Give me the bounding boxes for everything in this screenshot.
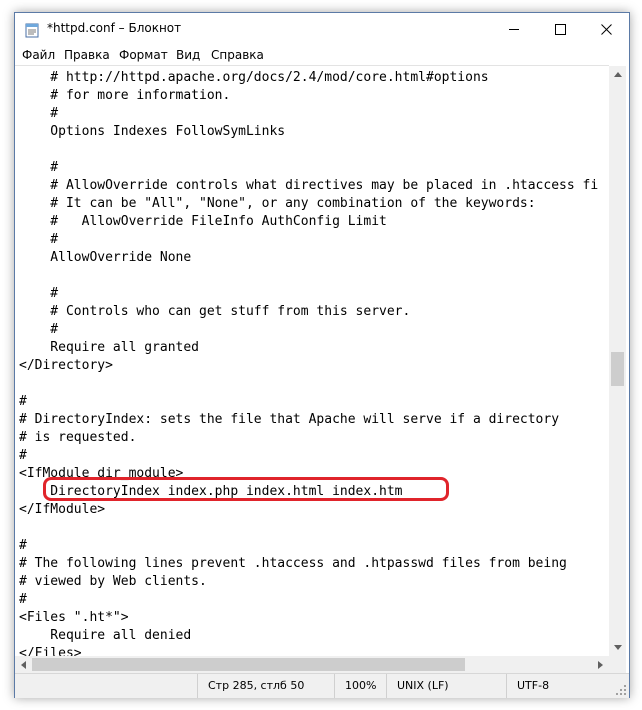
arrow-up-icon [613,72,622,77]
scroll-down-button[interactable] [609,639,626,656]
scrollbar-corner [609,656,626,673]
scroll-left-button[interactable] [15,656,32,673]
notepad-window: *httpd.conf – Блокнот Файл Правка Формат… [14,12,630,698]
close-icon [600,23,612,35]
menu-format[interactable]: Формат [119,48,168,62]
arrow-left-icon [21,660,26,669]
highlight-annotation [43,477,449,501]
status-cursor-position: Стр 285, стлб 50 [197,674,326,698]
vertical-scroll-thumb[interactable] [611,352,624,386]
window-title: *httpd.conf – Блокнот [47,21,182,35]
notepad-icon [25,23,39,38]
maximize-button[interactable] [537,13,583,45]
text-editor[interactable]: # http://httpd.apache.org/docs/2.4/mod/c… [15,65,609,657]
menu-edit[interactable]: Правка [64,48,110,62]
menu-file[interactable]: Файл [22,48,55,62]
status-zoom: 100% [334,674,386,698]
scroll-up-button[interactable] [609,66,626,83]
editor-text[interactable]: # http://httpd.apache.org/docs/2.4/mod/c… [15,66,609,657]
close-button[interactable] [583,13,629,45]
horizontal-scroll-thumb[interactable] [32,658,465,671]
scroll-right-button[interactable] [592,656,609,673]
maximize-icon [554,23,566,35]
resize-grip-icon[interactable] [615,684,627,696]
status-line-endings: UNIX (LF) [386,674,506,698]
vertical-scrollbar[interactable] [609,66,626,656]
title-bar[interactable]: *httpd.conf – Блокнот [15,13,629,45]
arrow-down-icon [613,645,622,650]
menu-view[interactable]: Вид [176,48,200,62]
status-bar: Стр 285, стлб 50 100% UNIX (LF) UTF-8 [15,673,629,698]
menu-bar: Файл Правка Формат Вид Справка [15,45,629,65]
minimize-icon [508,28,519,30]
horizontal-scrollbar[interactable] [15,656,609,673]
minimize-button[interactable] [491,13,537,45]
status-encoding: UTF-8 [506,674,626,698]
menu-help[interactable]: Справка [211,48,264,62]
arrow-right-icon [598,660,603,669]
